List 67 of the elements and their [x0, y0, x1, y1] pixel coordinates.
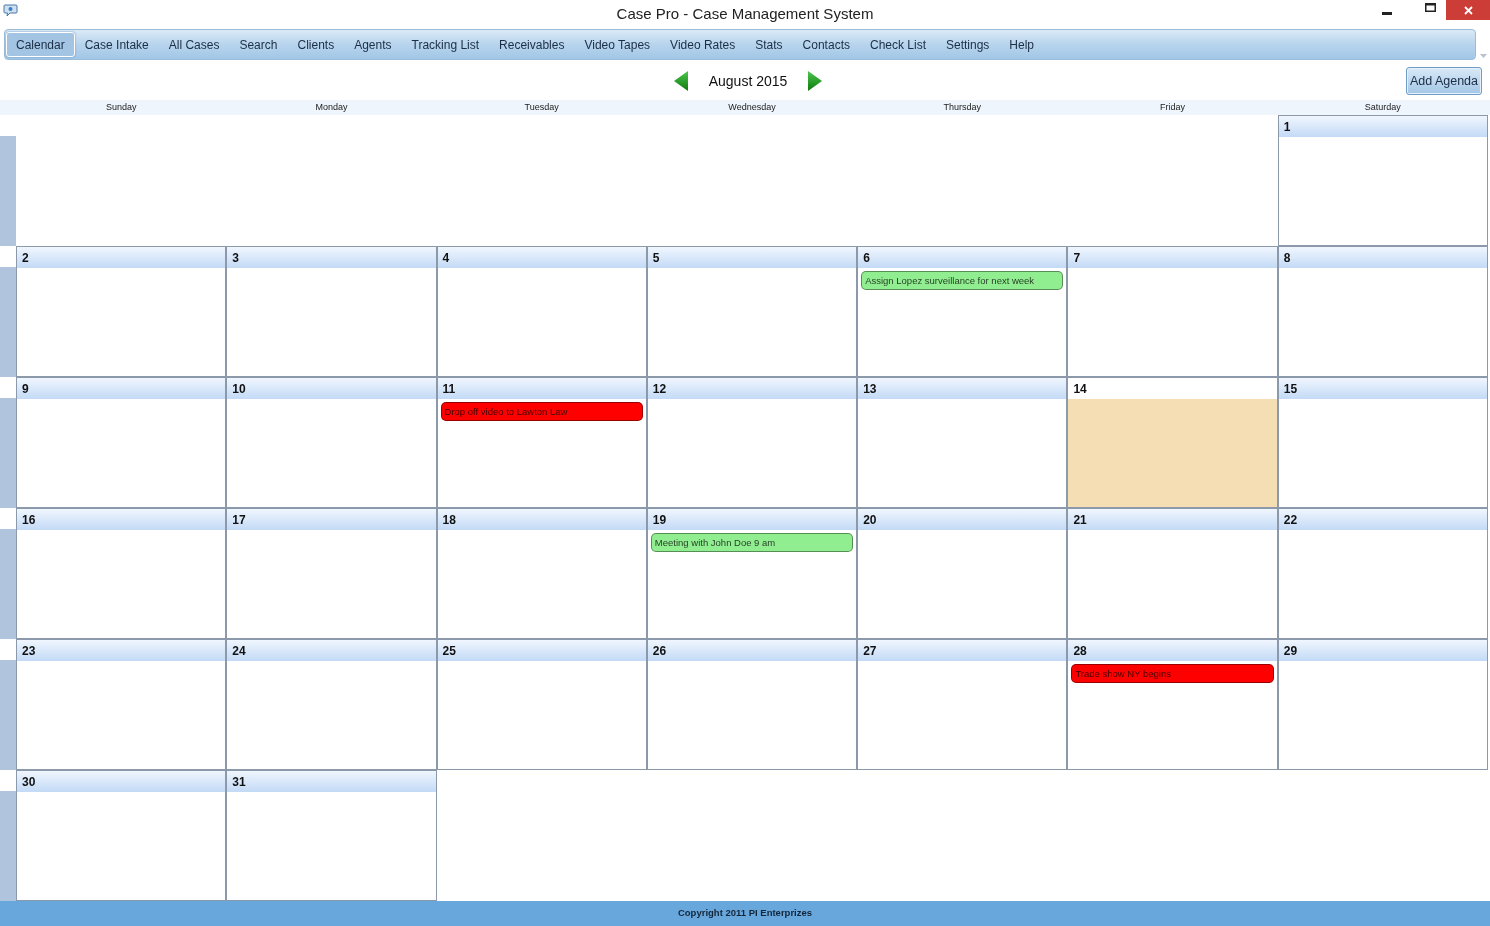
day-number: 2: [22, 249, 29, 267]
weekday-label: Wednesday: [728, 100, 776, 114]
day-number: 22: [1283, 511, 1298, 529]
day-number: 27: [863, 642, 877, 660]
menu-item[interactable]: Tracking List: [401, 32, 490, 57]
menu-item[interactable]: Case Intake: [74, 32, 159, 57]
day-number: 16: [22, 511, 36, 529]
day-number: 4: [442, 249, 450, 267]
maximize-icon[interactable]: [1425, 3, 1436, 12]
day-number: 1: [1283, 118, 1291, 136]
day-number: 25: [442, 642, 456, 660]
day-number: 8: [1283, 249, 1291, 267]
day-number: 18: [442, 511, 456, 529]
weekday-label: Monday: [315, 100, 348, 114]
day-number: 10: [232, 380, 246, 398]
day-number: 17: [232, 511, 246, 529]
day-number: 29: [1283, 642, 1298, 660]
day-number: 26: [652, 642, 667, 660]
day-number: 28: [1073, 642, 1087, 660]
close-icon[interactable]: [1463, 5, 1473, 15]
day-number: 7: [1073, 249, 1081, 267]
day-number: 13: [863, 380, 877, 398]
event-item[interactable]: Drop off video to Lawton Law: [440, 402, 643, 421]
weekday-label: Sunday: [105, 100, 137, 114]
day-number: 3: [232, 249, 239, 267]
weekday-label: Saturday: [1364, 100, 1401, 114]
menu-item[interactable]: Agents: [344, 32, 402, 57]
weekday-label: Thursday: [943, 100, 982, 114]
day-number: 15: [1283, 380, 1298, 398]
weekday-label: Friday: [1160, 100, 1186, 114]
day-number: 12: [652, 380, 667, 398]
month-label: August 2015: [708, 71, 788, 91]
speech-bubble-icon[interactable]: [3, 4, 18, 17]
day-number: 5: [652, 249, 660, 267]
day-number: 21: [1073, 511, 1087, 529]
event-item[interactable]: Trade show NY begins: [1071, 664, 1274, 683]
left-arrow-icon[interactable]: [673, 71, 688, 91]
menu-item[interactable]: Video Rates: [660, 32, 746, 57]
day-number: 24: [232, 642, 246, 660]
day-number: 31: [232, 773, 246, 791]
day-number: 20: [863, 511, 877, 529]
weekday-label: Tuesday: [524, 100, 559, 114]
menu-item[interactable]: Receivables: [489, 32, 575, 57]
day-number: 19: [652, 511, 667, 529]
menu-item[interactable]: Settings: [936, 32, 1000, 57]
day-number: 6: [863, 249, 870, 267]
day-number: 14: [1073, 380, 1087, 398]
menu-item[interactable]: Help: [999, 32, 1045, 57]
menu-item[interactable]: Search: [229, 32, 288, 57]
menu-item[interactable]: Check List: [859, 32, 936, 57]
day-number: 30: [22, 773, 36, 791]
menu-item[interactable]: All Cases: [158, 32, 230, 57]
menu-item[interactable]: Calendar: [6, 32, 75, 57]
menu-item[interactable]: Clients: [287, 32, 345, 57]
menu-item[interactable]: Contacts: [792, 32, 860, 57]
close-button[interactable]: [1446, 0, 1490, 20]
day-number: 9: [22, 380, 29, 398]
menu-item[interactable]: Video Tapes: [574, 32, 661, 57]
event-item[interactable]: Assign Lopez surveillance for next week: [861, 271, 1064, 290]
right-arrow-icon[interactable]: [808, 71, 823, 91]
copyright-text: Copyright 2011 PI Enterprizes: [677, 906, 813, 921]
event-item[interactable]: Meeting with John Doe 9 am: [650, 533, 854, 552]
window-title: Case Pro - Case Management System: [616, 4, 874, 24]
day-number: 23: [22, 642, 36, 660]
add-agenda-button[interactable]: Add Agenda: [1405, 67, 1482, 95]
day-number: 11: [442, 380, 456, 398]
menu-item[interactable]: Stats: [745, 32, 793, 57]
